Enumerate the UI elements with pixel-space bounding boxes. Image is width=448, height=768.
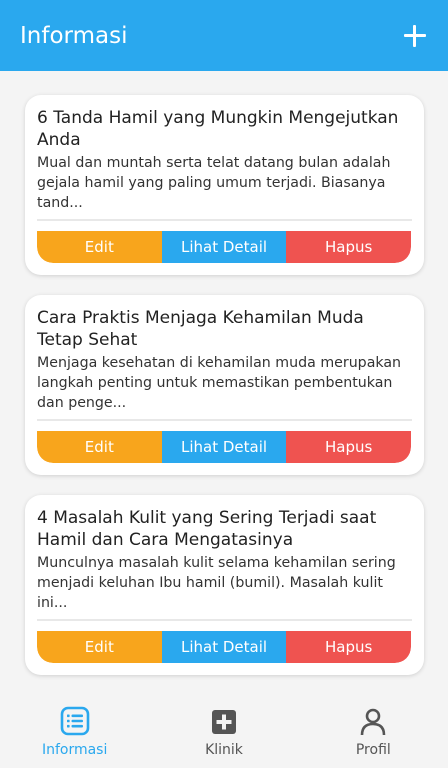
article-card: 4 Masalah Kulit yang Sering Terjadi saat… (25, 495, 424, 675)
article-excerpt: Mual dan muntah serta telat datang bulan… (37, 155, 391, 211)
divider (37, 419, 412, 421)
edit-button[interactable]: Edit (37, 231, 162, 263)
delete-button[interactable]: Hapus (286, 431, 411, 463)
view-detail-button[interactable]: Lihat Detail (161, 231, 287, 263)
divider (37, 619, 412, 621)
article-card: 6 Tanda Hamil yang Mungkin Mengejutkan A… (25, 95, 424, 275)
delete-button[interactable]: Hapus (286, 231, 411, 263)
nav-item-informasi[interactable]: Informasi (0, 690, 149, 768)
article-title: 6 Tanda Hamil yang Mungkin Mengejutkan A… (37, 108, 399, 150)
delete-button[interactable]: Hapus (286, 631, 411, 663)
nav-item-profil[interactable]: Profil (299, 690, 448, 768)
article-excerpt: Munculnya masalah kulit selama kehamilan… (37, 555, 396, 611)
user-icon (361, 708, 386, 736)
app-bar: Informasi (0, 0, 448, 71)
card-actions: Edit Lihat Detail Hapus (37, 431, 411, 463)
card-actions: Edit Lihat Detail Hapus (37, 231, 411, 263)
view-detail-button[interactable]: Lihat Detail (161, 631, 287, 663)
nav-label: Informasi (41, 742, 108, 758)
divider (37, 219, 412, 221)
edit-button[interactable]: Edit (37, 631, 162, 663)
page-title: Informasi (20, 22, 128, 49)
article-title: Cara Praktis Menjaga Kehamilan Muda Teta… (37, 308, 364, 350)
plus-icon[interactable] (402, 23, 428, 49)
article-list[interactable]: 6 Tanda Hamil yang Mungkin Mengejutkan A… (0, 71, 448, 690)
list-icon (60, 706, 89, 736)
nav-label: Profil (355, 742, 391, 758)
card-actions: Edit Lihat Detail Hapus (37, 631, 411, 663)
article-title: 4 Masalah Kulit yang Sering Terjadi saat… (37, 508, 377, 550)
view-detail-button[interactable]: Lihat Detail (161, 431, 287, 463)
nav-item-klinik[interactable]: Klinik (149, 690, 298, 768)
article-excerpt: Menjaga kesehatan di kehamilan muda meru… (37, 355, 402, 411)
nav-label: Klinik (205, 742, 243, 758)
article-card: Cara Praktis Menjaga Kehamilan Muda Teta… (25, 295, 424, 475)
medical-cross-icon (211, 710, 236, 734)
edit-button[interactable]: Edit (37, 431, 162, 463)
bottom-navigation: Informasi Klinik Profil (0, 690, 448, 768)
